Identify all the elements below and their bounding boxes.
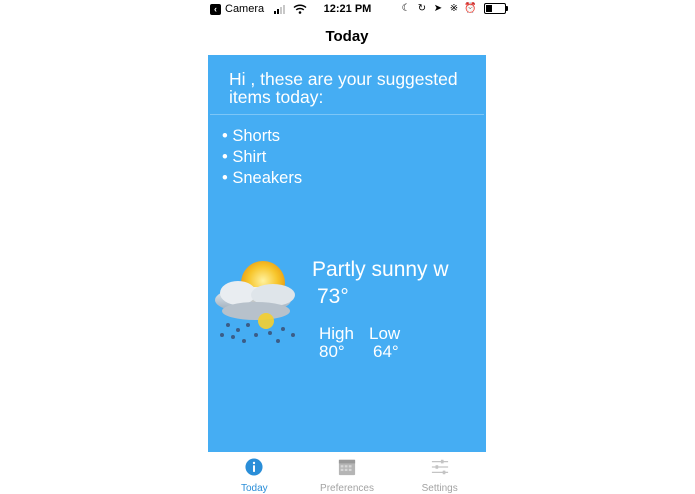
sliders-icon xyxy=(431,459,448,475)
tab-settings[interactable]: Settings xyxy=(393,452,486,494)
tab-bar: Today Preferences Settings xyxy=(208,452,486,494)
back-to-app[interactable]: ‹ Camera xyxy=(210,3,307,15)
bluetooth-icon: ※ xyxy=(449,3,459,14)
status-time: 12:21 PM xyxy=(323,3,372,15)
status-icons: ☾ ↻ ➤ ※ ⏰ xyxy=(400,3,508,14)
tab-label: Settings xyxy=(421,483,458,494)
greeting-text: Hi , these are your suggested items toda… xyxy=(229,69,458,107)
tab-label: Preferences xyxy=(320,483,374,494)
location-icon: ➤ xyxy=(433,3,443,14)
back-arrow-icon: ‹ xyxy=(210,3,221,15)
info-icon xyxy=(245,458,263,476)
suggestions-panel: Hi , these are your suggested items toda… xyxy=(208,55,486,452)
status-bar: ‹ Camera 12:21 PM ☾ ↻ ➤ ※ ⏰ xyxy=(0,0,695,20)
suggested-items-list: Shorts Shirt Sneakers xyxy=(222,126,302,189)
back-app-label: Camera xyxy=(225,3,265,15)
rotation-lock-icon: ↻ xyxy=(417,3,427,14)
list-item: Shorts xyxy=(222,126,302,147)
weather-condition: Partly sunny w xyxy=(312,258,449,281)
tab-preferences[interactable]: Preferences xyxy=(301,452,394,494)
low-label: Low xyxy=(369,324,401,343)
list-item: Sneakers xyxy=(222,168,302,189)
page-title: Today xyxy=(325,28,369,45)
signal-icon xyxy=(274,4,286,14)
tab-today[interactable]: Today xyxy=(208,452,301,494)
battery-icon xyxy=(484,3,508,14)
wifi-icon xyxy=(293,4,307,14)
partly-sunny-rain-icon xyxy=(215,261,295,343)
moon-icon: ☾ xyxy=(401,3,411,14)
calendar-icon xyxy=(338,459,356,476)
low-value: 64° xyxy=(373,342,399,361)
list-item: Shirt xyxy=(222,147,302,168)
current-temperature: 73° xyxy=(317,285,349,308)
high-label: High xyxy=(319,324,354,343)
alarm-icon: ⏰ xyxy=(464,3,477,14)
divider xyxy=(210,114,484,115)
tab-label: Today xyxy=(240,483,268,494)
high-temperature: High 80° xyxy=(319,325,354,361)
high-value: 80° xyxy=(319,342,345,361)
low-temperature: Low 64° xyxy=(369,325,400,361)
